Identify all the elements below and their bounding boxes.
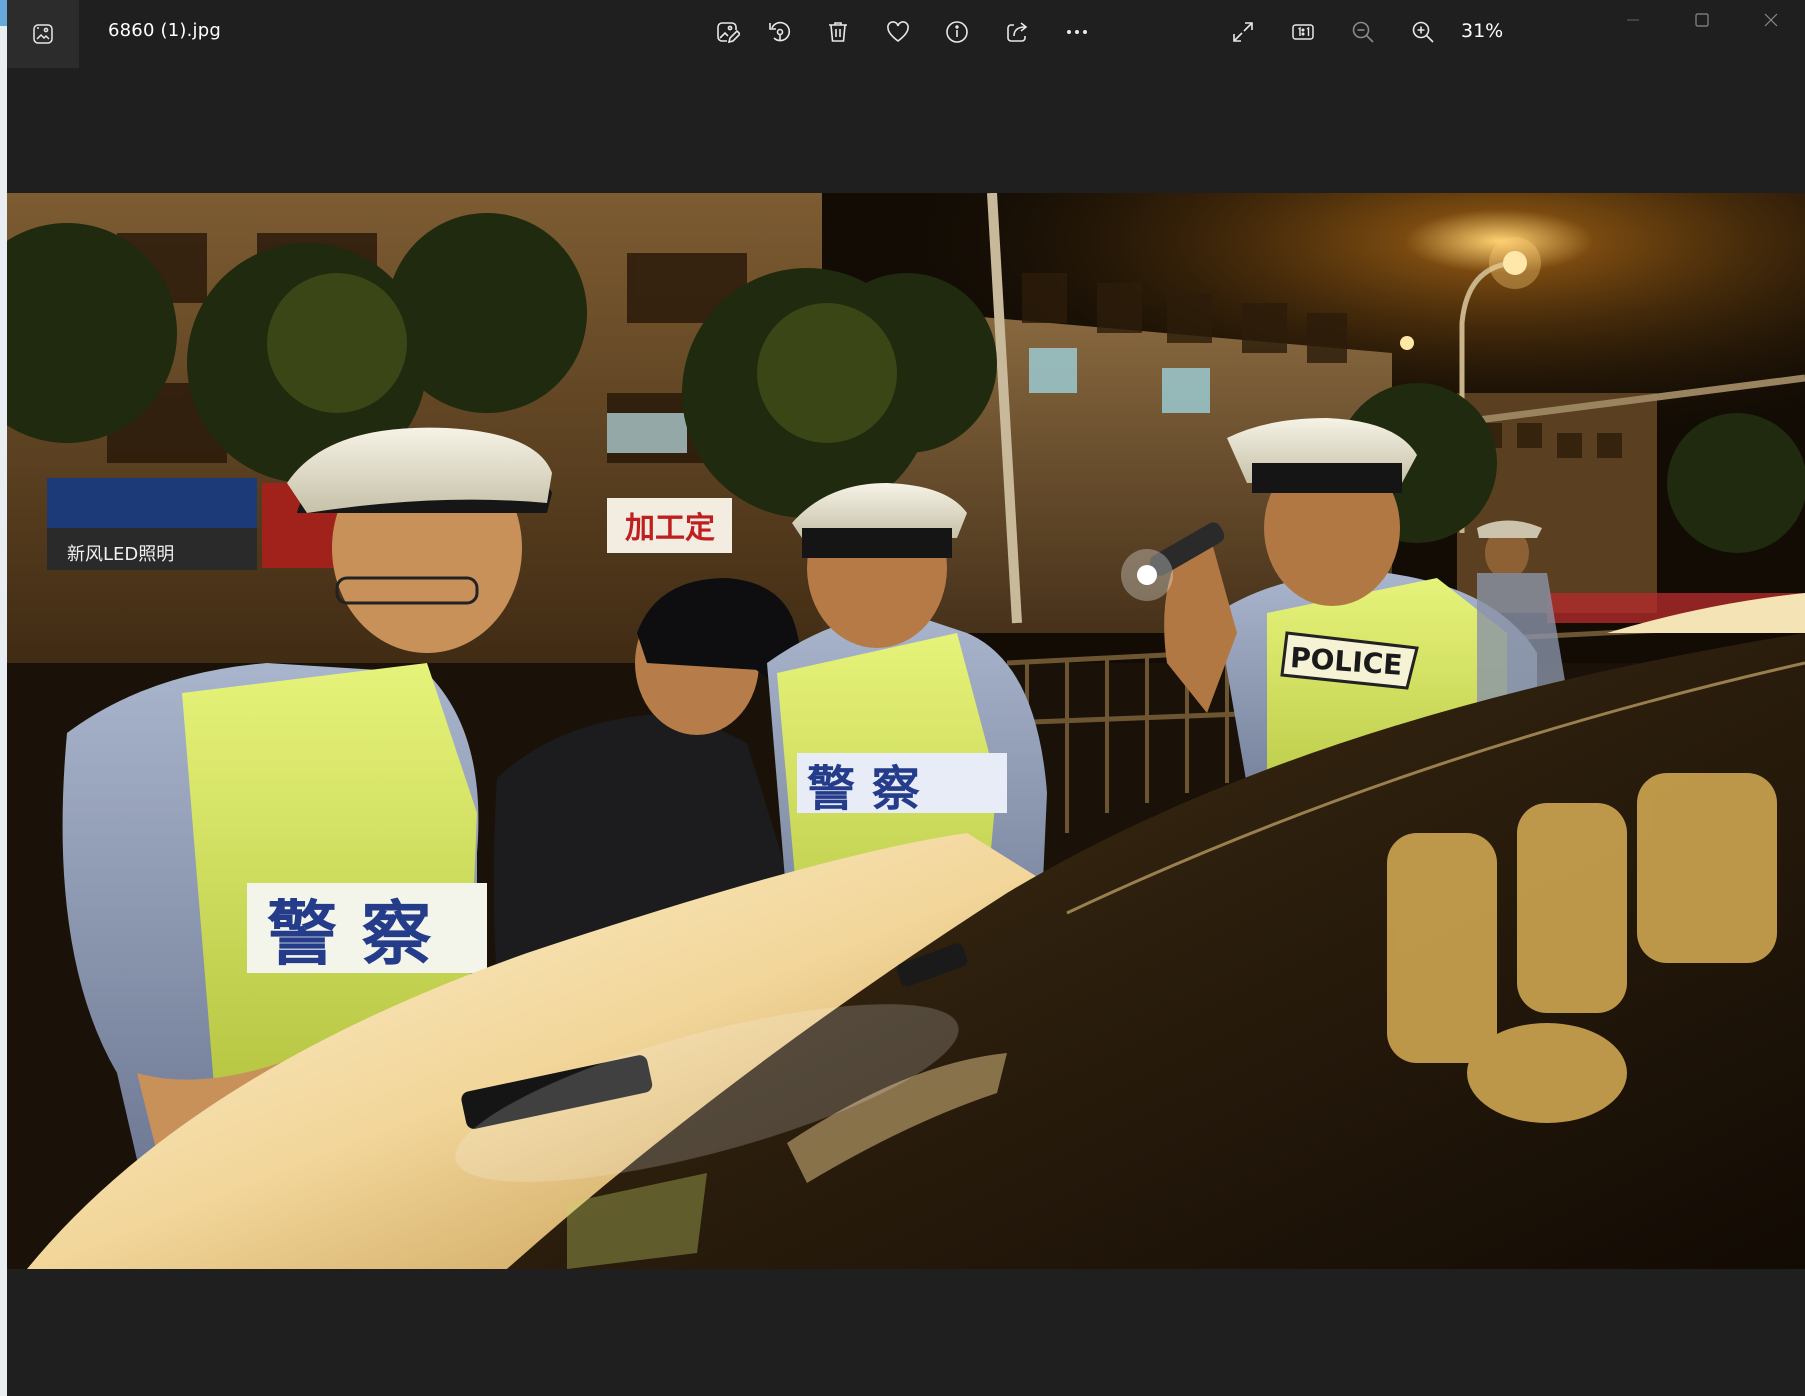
close-button[interactable]: [1741, 0, 1801, 40]
more-icon: [1067, 30, 1087, 34]
photos-app-window: 6860 (1).jpg 31% 新风LED照明 加工定 警 察 警 察 POL…: [7, 0, 1805, 1396]
expand-icon: [1233, 22, 1253, 42]
actual-size-icon: [1292, 24, 1314, 40]
rotate-button[interactable]: [759, 12, 799, 52]
maximize-button[interactable]: [1672, 0, 1732, 40]
minimize-button[interactable]: [1603, 0, 1663, 40]
title-bar: 6860 (1).jpg 31%: [7, 0, 1805, 68]
heart-icon: [887, 21, 909, 43]
desktop-window-edge: [0, 0, 7, 26]
actual-size-button[interactable]: [1283, 12, 1323, 52]
favorite-button[interactable]: [878, 12, 918, 52]
more-options-button[interactable]: [1057, 12, 1097, 52]
zoom-in-icon: [1412, 21, 1434, 43]
maximize-icon: [1695, 13, 1709, 27]
vest-text-center: 警 察: [807, 761, 920, 817]
share-button[interactable]: [997, 12, 1037, 52]
zoom-out-button[interactable]: [1343, 12, 1383, 52]
gallery-button[interactable]: [7, 0, 79, 68]
zoom-level-label: 31%: [1461, 20, 1504, 42]
night-police-checkpoint-photo: 新风LED照明 加工定 警 察 警 察 POLICE: [7, 193, 1805, 1269]
edit-image-button[interactable]: [707, 12, 747, 52]
file-name-label: 6860 (1).jpg: [108, 20, 222, 41]
rotate-icon: [769, 21, 791, 42]
share-icon: [1007, 22, 1028, 42]
zoom-out-icon: [1352, 21, 1374, 43]
info-icon: [946, 21, 968, 43]
delete-button[interactable]: [818, 12, 858, 52]
minimize-icon: [1627, 19, 1639, 21]
close-icon: [1764, 13, 1778, 27]
image-viewer-canvas[interactable]: 新风LED照明 加工定 警 察 警 察 POLICE: [7, 68, 1805, 1396]
trash-icon: [829, 22, 847, 42]
desktop-background-strip: [0, 0, 7, 1396]
zoom-in-button[interactable]: [1403, 12, 1443, 52]
fullscreen-button[interactable]: [1223, 12, 1263, 52]
displayed-photo[interactable]: 新风LED照明 加工定 警 察 警 察 POLICE: [7, 193, 1805, 1269]
shop-sign-left-text: 新风LED照明: [67, 544, 174, 565]
gallery-icon: [33, 24, 53, 44]
edit-image-icon: [717, 22, 740, 44]
file-info-button[interactable]: [937, 12, 977, 52]
shop-sign-text: 加工定: [625, 511, 715, 546]
vest-text-left: 警 察: [267, 893, 431, 975]
